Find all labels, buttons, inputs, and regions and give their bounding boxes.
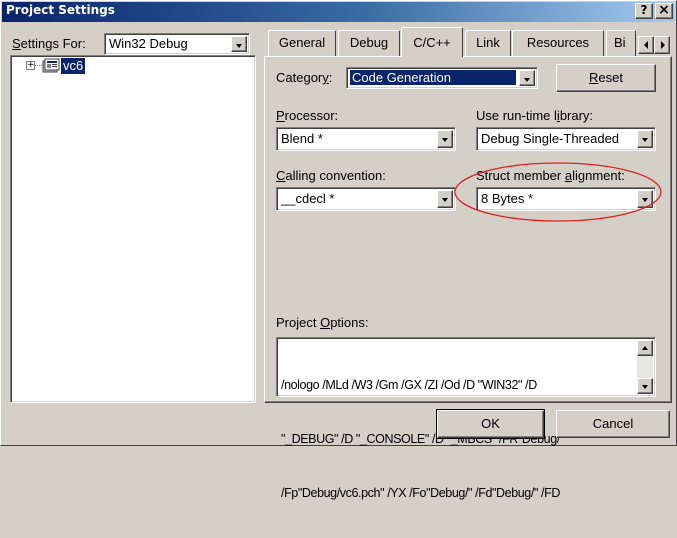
- tab-general[interactable]: General: [268, 30, 336, 56]
- runtime-library-value: Debug Single-Threaded: [481, 131, 620, 146]
- category-combobox[interactable]: Code Generation: [346, 67, 538, 89]
- project-options-label: Project Options:: [276, 315, 369, 330]
- arrow-up-icon: [642, 346, 648, 350]
- project-tree[interactable]: [10, 55, 256, 403]
- chevron-down-icon: [524, 78, 530, 82]
- tab-scroll-left-button[interactable]: [638, 36, 654, 54]
- runtime-library-label: Use run-time library:: [476, 108, 594, 123]
- project-folder-icon: [42, 58, 60, 73]
- highlight-ellipse: [454, 162, 662, 222]
- tab-scroll-right-button[interactable]: [654, 36, 670, 54]
- tree-item-vc6[interactable]: vc6: [59, 57, 87, 75]
- chevron-down-icon: [642, 138, 648, 142]
- runtime-library-dropdown-button[interactable]: [637, 130, 653, 148]
- settings-for-label: Settings For:: [12, 36, 86, 51]
- settings-for-combobox[interactable]: Win32 Debug: [104, 33, 250, 55]
- calling-convention-label: Calling convention:: [276, 168, 386, 183]
- arrow-down-icon: [642, 385, 648, 389]
- tab-debug[interactable]: Debug: [338, 30, 400, 56]
- close-button[interactable]: ×: [655, 3, 673, 19]
- options-line: /Fp"Debug/vc6.pch" /YX /Fo"Debug/" /Fd"D…: [281, 486, 560, 500]
- processor-dropdown-button[interactable]: [437, 130, 453, 148]
- scroll-up-button[interactable]: [637, 340, 653, 356]
- tab-resources[interactable]: Resources: [512, 30, 604, 56]
- processor-value: Blend *: [281, 131, 323, 146]
- ok-button[interactable]: OK: [436, 409, 545, 439]
- help-button[interactable]: ?: [635, 3, 653, 19]
- chevron-down-icon: [236, 44, 242, 48]
- settings-for-dropdown-button[interactable]: [231, 36, 247, 52]
- reset-button[interactable]: Reset: [556, 64, 656, 92]
- calling-convention-dropdown-button[interactable]: [437, 190, 453, 208]
- settings-for-value: Win32 Debug: [109, 36, 188, 51]
- calling-convention-value: __cdecl *: [281, 191, 335, 206]
- processor-combobox[interactable]: Blend *: [276, 127, 456, 151]
- options-line: /nologo /MLd /W3 /Gm /GX /ZI /Od /D "WIN…: [281, 378, 537, 392]
- arrow-right-icon: [661, 41, 665, 49]
- calling-convention-combobox[interactable]: __cdecl *: [276, 187, 456, 211]
- arrow-left-icon: [644, 41, 648, 49]
- options-scrollbar[interactable]: [637, 340, 653, 394]
- chevron-down-icon: [442, 198, 448, 202]
- tree-connector: [35, 65, 42, 66]
- project-options-textarea[interactable]: /nologo /MLd /W3 /Gm /GX /ZI /Od /D "WIN…: [276, 337, 656, 500]
- tab-link[interactable]: Link: [465, 30, 511, 56]
- runtime-library-combobox[interactable]: Debug Single-Threaded: [476, 127, 656, 151]
- category-value: Code Generation: [349, 69, 517, 86]
- scroll-down-button[interactable]: [637, 378, 653, 394]
- tree-expand-icon[interactable]: +: [26, 61, 35, 70]
- cancel-button[interactable]: Cancel: [556, 410, 670, 438]
- tab-browse-info[interactable]: Bi: [606, 30, 636, 56]
- window-title: Project Settings: [6, 3, 115, 17]
- category-label: Category:: [276, 70, 333, 85]
- processor-label: Processor:: [276, 108, 339, 123]
- chevron-down-icon: [442, 138, 448, 142]
- category-dropdown-button[interactable]: [519, 70, 535, 86]
- tab-c-cpp[interactable]: C/C++: [401, 27, 463, 57]
- project-options-text: /nologo /MLd /W3 /Gm /GX /ZI /Od /D "WIN…: [281, 340, 633, 538]
